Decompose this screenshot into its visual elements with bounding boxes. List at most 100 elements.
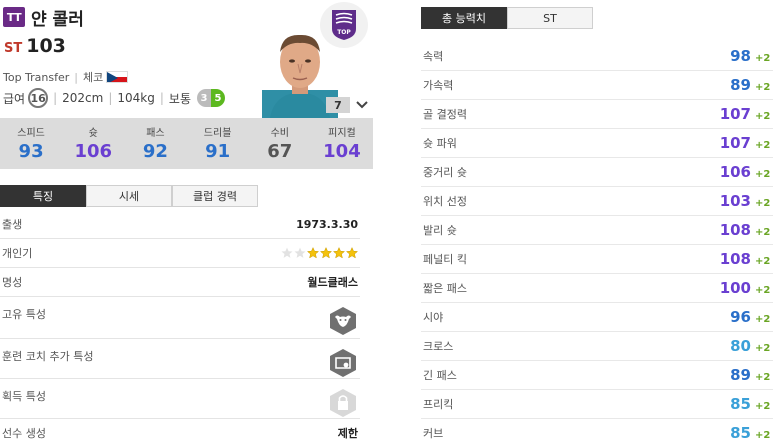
attribute-value-group: 107 +2 (720, 134, 773, 152)
attribute-row: 커브 85 +2 (421, 419, 773, 441)
attribute-row: 프리킥 85 +2 (421, 390, 773, 419)
attribute-row: 속력 98 +2 (421, 42, 773, 71)
stat-value: 92 (142, 141, 168, 162)
attribute-bonus: +2 (755, 256, 771, 267)
overall-rating: 103 (26, 35, 66, 57)
attribute-value-group: 89 +2 (730, 366, 773, 384)
attribute-name: 중거리 슛 (423, 166, 467, 179)
attribute-value: 85 (730, 395, 751, 413)
stat-value: 91 (205, 141, 231, 162)
foot-skill-pill: 3 5 (197, 89, 226, 107)
skill-moves-value: 5 (211, 89, 226, 107)
row-birth: 출생 1973.3.30 (0, 210, 360, 239)
attribute-tabs: 총 능력치 ST (421, 7, 593, 29)
attribute-row: 페널티 킥 108 +2 (421, 245, 773, 274)
player-name-row: TT 얀 콜러 (3, 6, 84, 30)
star-empty-icon (281, 247, 293, 258)
physical-info-row: 급여 16 | 202cm | 104kg | 보통 3 5 (3, 88, 226, 108)
attribute-name: 위치 선정 (423, 195, 467, 208)
attribute-name: 커브 (423, 427, 444, 440)
attribute-bonus: +2 (755, 372, 771, 383)
season-name: Top Transfer (3, 70, 70, 84)
attribute-row: 크로스 80 +2 (421, 332, 773, 361)
stat-label: 수비 (270, 128, 289, 139)
tab-club-history[interactable]: 클럽 경력 (172, 185, 258, 207)
attribute-value: 98 (730, 47, 751, 65)
attribute-value-group: 80 +2 (730, 337, 773, 355)
attribute-value: 85 (730, 424, 751, 441)
detail-rows: 출생 1973.3.30 개인기 명성 월드클래스 고유 특성 훈련 코치 추가… (0, 210, 360, 441)
attribute-value: 106 (719, 163, 751, 181)
enhancement-level[interactable]: 7 (326, 97, 350, 113)
stat-label: 스피드 (17, 128, 45, 139)
unique-trait-label: 고유 특성 (2, 308, 46, 321)
attribute-name: 페널티 킥 (423, 253, 467, 266)
row-acquired-trait: 획득 특성 (0, 379, 360, 419)
attribute-bonus: +2 (755, 82, 771, 93)
tab-total-attributes[interactable]: 총 능력치 (421, 7, 507, 29)
attributes-panel: 총 능력치 ST 속력 98 +2 가속력 89 +2 골 결정력 107 +2 슛 파워 107 +… (421, 0, 773, 441)
attribute-row: 슛 파워 107 +2 (421, 129, 773, 158)
club-logo: TOP (320, 2, 368, 48)
generation-label: 선수 생성 (2, 427, 46, 440)
attribute-bonus: +2 (755, 140, 771, 151)
nation-name: 체코 (83, 71, 104, 84)
attribute-name: 가속력 (423, 79, 454, 92)
attribute-bonus: +2 (755, 53, 771, 64)
birth-value: 1973.3.30 (296, 217, 358, 231)
club-logo-text: TOP (337, 29, 351, 36)
body-type-value: 보통 (168, 91, 192, 106)
player-name: 얀 콜러 (31, 9, 84, 30)
stat-physical: 피지컬 104 (311, 118, 373, 169)
popularity-stars (280, 247, 360, 259)
detail-tabs: 특징 시세 클럽 경력 (0, 185, 258, 207)
attribute-name: 크로스 (423, 340, 454, 353)
generation-value: 제한 (337, 427, 358, 440)
attribute-bonus: +2 (755, 401, 771, 412)
attribute-value: 89 (730, 366, 751, 384)
tab-price[interactable]: 시세 (86, 185, 172, 207)
row-reputation: 명성 월드클래스 (0, 268, 360, 297)
season-badge: TT (3, 7, 25, 27)
stat-dribbling: 드리블 91 (187, 118, 249, 169)
attribute-value: 96 (730, 308, 751, 326)
tab-position-st[interactable]: ST (507, 7, 593, 29)
attribute-bonus: +2 (755, 169, 771, 180)
row-generation: 선수 생성 제한 (0, 419, 360, 441)
bull-trait-icon[interactable] (328, 306, 358, 336)
attribute-value-group: 96 +2 (730, 308, 773, 326)
height-value: 202cm (62, 91, 104, 105)
acquired-trait-label: 획득 특성 (2, 390, 46, 403)
czech-flag-icon (106, 71, 129, 83)
attribute-name: 긴 패스 (423, 369, 457, 382)
season-nation-row: Top Transfer | 체코 (3, 69, 129, 85)
goal-trait-icon[interactable] (328, 348, 358, 378)
attribute-value-group: 85 +2 (730, 395, 773, 413)
birth-label: 출생 (2, 218, 23, 231)
star-filled-icon (320, 247, 332, 259)
tab-traits[interactable]: 특징 (0, 185, 86, 207)
attribute-value-group: 107 +2 (720, 105, 773, 123)
stat-shooting: 슛 106 (62, 118, 124, 169)
coach-trait-label: 훈련 코치 추가 특성 (2, 350, 94, 363)
popularity-label: 개인기 (2, 247, 33, 260)
attribute-bonus: +2 (755, 111, 771, 122)
attribute-name: 시야 (423, 311, 444, 324)
attribute-value: 89 (730, 76, 751, 94)
row-popularity: 개인기 (0, 239, 360, 268)
attribute-value-group: 103 +2 (720, 192, 773, 210)
attribute-bonus: +2 (755, 430, 771, 441)
player-card: TT 얀 콜러 ST 103 Top Transfer | 체코 급여 16 |… (0, 0, 373, 441)
attribute-bonus: +2 (755, 227, 771, 238)
attribute-value: 107 (719, 134, 751, 152)
attribute-value-group: 108 +2 (720, 221, 773, 239)
stat-value: 67 (267, 141, 293, 162)
position-overall: ST 103 (4, 35, 66, 57)
chevron-down-icon[interactable] (355, 98, 369, 112)
attribute-value: 107 (719, 105, 751, 123)
reputation-label: 명성 (2, 276, 23, 289)
attribute-row: 위치 선정 103 +2 (421, 187, 773, 216)
salary-label: 급여 (3, 91, 26, 106)
attribute-bonus: +2 (755, 343, 771, 354)
attribute-value: 108 (719, 221, 751, 239)
